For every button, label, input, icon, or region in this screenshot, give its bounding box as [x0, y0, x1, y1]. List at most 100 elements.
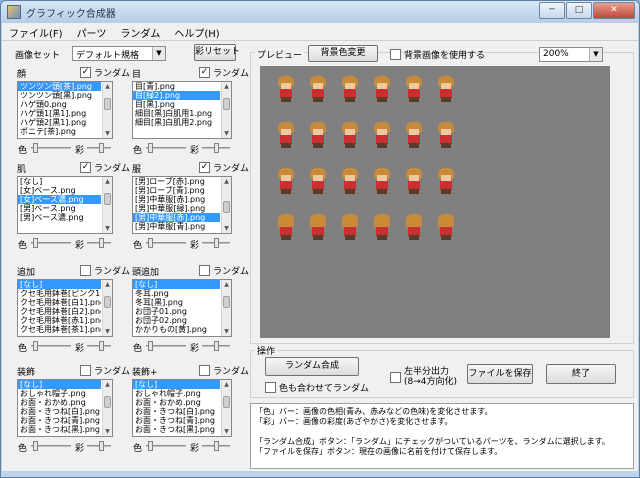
exit-button[interactable]: 終了 [546, 364, 616, 384]
list-item[interactable]: ハゲ頭2[黒1].png [18, 118, 101, 127]
scroll-thumb[interactable] [104, 193, 111, 205]
listbox-scrollbar[interactable]: ▲ ▼ [221, 280, 231, 336]
listbox-scrollbar[interactable]: ▲ ▼ [102, 177, 112, 233]
slider-knob[interactable] [33, 341, 38, 351]
saturation-slider[interactable] [202, 238, 230, 248]
slider-knob[interactable] [214, 441, 219, 451]
list-item[interactable]: [なし] [18, 380, 101, 389]
list-item[interactable]: クセ毛用鉢巻[白1].png [18, 298, 101, 307]
list-item[interactable]: [男]ベース濃.png [18, 213, 101, 222]
list-item[interactable]: お面・きつね[青].png [133, 416, 220, 425]
list-item[interactable]: 細目[黒]白肌用2.png [133, 118, 220, 127]
scroll-up-icon[interactable]: ▲ [222, 280, 231, 289]
panel-random-checkbox[interactable]: ランダム [199, 264, 249, 277]
panel-random-checkbox[interactable]: ランダム [80, 264, 130, 277]
list-item[interactable]: お面・きつね[黒].png [18, 425, 101, 434]
color-slider[interactable] [31, 441, 71, 451]
saturation-slider[interactable] [202, 143, 230, 153]
panel-random-checkbox[interactable]: ✓ ランダム [80, 161, 130, 174]
parts-listbox[interactable]: [なし] おしゃれ帽子.png お面・おかめ.png お面・きつね[白].png お面・… [132, 379, 232, 437]
scroll-up-icon[interactable]: ▲ [103, 380, 112, 389]
parts-listbox[interactable]: 目[青].png 目[緑2].png 目[黒].png 細目[黒]白肌用1.png 細目… [132, 81, 232, 139]
list-item[interactable]: お面・きつね[白].png [18, 407, 101, 416]
list-item[interactable]: クセ毛用鉢巻[白2].png [18, 307, 101, 316]
listbox-scrollbar[interactable]: ▲ ▼ [221, 82, 231, 138]
list-item[interactable]: ツンツン頭[茶].png [18, 82, 101, 91]
list-item[interactable]: [なし] [18, 280, 101, 289]
slider-knob[interactable] [214, 341, 219, 351]
chevron-down-icon[interactable]: ▼ [152, 47, 165, 60]
list-item[interactable]: [なし] [133, 380, 220, 389]
scroll-up-icon[interactable]: ▲ [103, 280, 112, 289]
scroll-down-icon[interactable]: ▼ [222, 327, 231, 336]
listbox-scrollbar[interactable]: ▲ ▼ [102, 280, 112, 336]
slider-knob[interactable] [148, 143, 153, 153]
panel-random-checkbox[interactable]: ✓ ランダム [199, 66, 249, 79]
list-item[interactable]: ポニテ[茶].png [18, 127, 101, 136]
parts-listbox[interactable]: [なし]クセ毛用鉢巻[ピンク1].pクセ毛用鉢巻[白1].pngクセ毛用鉢巻[白… [17, 279, 113, 337]
panel-random-checkbox[interactable]: ✓ ランダム [80, 66, 130, 79]
zoom-select[interactable]: 200% ▼ [539, 47, 603, 62]
scroll-down-icon[interactable]: ▼ [103, 224, 112, 233]
slider-knob[interactable] [214, 238, 219, 248]
listbox-scrollbar[interactable]: ▲ ▼ [102, 82, 112, 138]
list-item[interactable]: お面・おかめ.png [18, 398, 101, 407]
panel-random-checkbox[interactable]: ✓ ランダム [199, 161, 249, 174]
list-item[interactable]: お面・きつね[青].png [18, 416, 101, 425]
color-random-checkbox[interactable]: 色も合わせてランダム [265, 381, 369, 394]
saturation-slider[interactable] [87, 341, 111, 351]
color-slider[interactable] [31, 341, 71, 351]
maximize-button[interactable]: □ [566, 2, 592, 19]
saturation-slider[interactable] [87, 143, 111, 153]
saturation-slider[interactable] [202, 441, 230, 451]
slider-knob[interactable] [99, 341, 104, 351]
slider-knob[interactable] [99, 238, 104, 248]
scroll-down-icon[interactable]: ▼ [103, 129, 112, 138]
list-item[interactable]: ツンツン頭[黒].png [18, 91, 101, 100]
scroll-down-icon[interactable]: ▼ [222, 129, 231, 138]
list-item[interactable]: おしゃれ帽子.png [133, 389, 220, 398]
save-file-button[interactable]: ファイルを保存 [467, 364, 533, 384]
chevron-down-icon[interactable]: ▼ [589, 48, 602, 61]
color-slider[interactable] [146, 341, 186, 351]
scroll-up-icon[interactable]: ▲ [222, 82, 231, 91]
list-item[interactable]: 目[緑2].png [133, 91, 220, 100]
list-item[interactable]: [男]中華服[緑].png [133, 204, 220, 213]
slider-knob[interactable] [33, 143, 38, 153]
list-item[interactable]: 冬耳[黒].png [133, 298, 220, 307]
color-slider[interactable] [146, 441, 186, 451]
scroll-up-icon[interactable]: ▲ [103, 177, 112, 186]
list-item[interactable]: ハゲ頭0.png [18, 100, 101, 109]
list-item[interactable]: 目[青].png [133, 82, 220, 91]
list-item[interactable]: 細目[黒]白肌用1.png [133, 109, 220, 118]
list-item[interactable]: お団子01.png [133, 307, 220, 316]
saturation-reset-button[interactable]: 彩リセット [194, 44, 240, 61]
list-item[interactable]: 冬耳.png [133, 289, 220, 298]
menu-random[interactable]: ランダム [113, 23, 167, 40]
scroll-thumb[interactable] [104, 98, 111, 110]
list-item[interactable]: ハゲ頭1[黒1].png [18, 109, 101, 118]
parts-listbox[interactable]: [男]ローブ[赤].png [男]ローブ[青].png [男]中華服[赤].png[… [132, 176, 232, 234]
list-item[interactable]: お団子02.png [133, 316, 220, 325]
slider-knob[interactable] [214, 143, 219, 153]
scroll-thumb[interactable] [223, 98, 230, 110]
color-slider[interactable] [31, 238, 71, 248]
list-item[interactable]: [なし] [18, 177, 101, 186]
split-output-checkbox[interactable]: 左半分出力 (8→4方向化) [390, 367, 457, 387]
slider-knob[interactable] [99, 441, 104, 451]
listbox-scrollbar[interactable]: ▲ ▼ [221, 177, 231, 233]
list-item[interactable]: クセ毛用鉢巻[ピンク1].p [18, 289, 101, 298]
list-item[interactable]: お面・おかめ.png [133, 398, 220, 407]
scroll-thumb[interactable] [104, 296, 111, 308]
scroll-down-icon[interactable]: ▼ [103, 427, 112, 436]
list-item[interactable]: クセ毛用鉢巻[茶1].png [18, 325, 101, 334]
preset-select[interactable]: デフォルト規格 ▼ [72, 46, 166, 61]
slider-knob[interactable] [99, 143, 104, 153]
list-item[interactable]: [男]中華服[青].png [133, 222, 220, 231]
menu-parts[interactable]: パーツ [70, 23, 114, 40]
scroll-up-icon[interactable]: ▲ [222, 177, 231, 186]
slider-knob[interactable] [148, 238, 153, 248]
list-item[interactable]: [男]ローブ[赤].png [133, 177, 220, 186]
list-item[interactable]: お面・きつね[黒].png [133, 425, 220, 434]
list-item[interactable]: [男]ベース.png [18, 204, 101, 213]
